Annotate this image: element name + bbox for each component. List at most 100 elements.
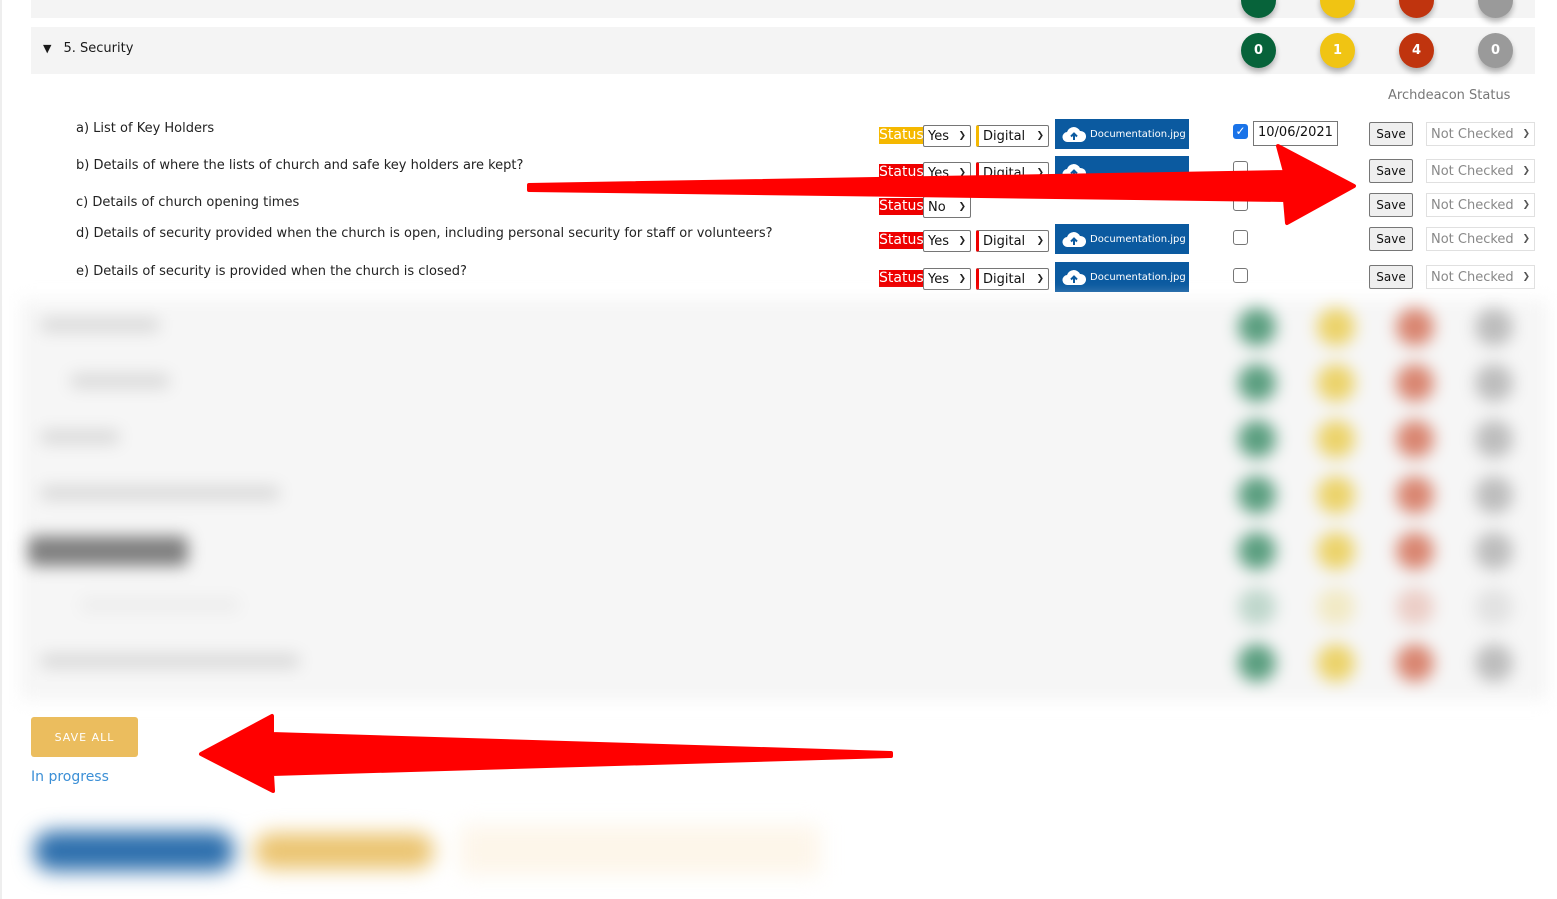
save-button[interactable]: Save	[1369, 193, 1413, 217]
format-select[interactable]: Digital ❯	[976, 230, 1049, 252]
status-label: Status	[879, 270, 926, 287]
arrow-left-annotation	[199, 714, 893, 793]
upload-document-button[interactable]: Documentation.jpg	[1055, 224, 1189, 254]
redacted-section-row	[20, 468, 1548, 524]
red-count-badge	[1399, 0, 1434, 18]
section-header-security[interactable]: ▼ 5. Security 0 1 4 0	[31, 27, 1535, 74]
redacted-button	[34, 831, 234, 871]
grey-count-badge	[1478, 0, 1513, 18]
format-value: Digital	[983, 233, 1026, 249]
checked-checkbox[interactable]	[1233, 161, 1248, 176]
answer-select[interactable]: No ❯	[923, 196, 971, 218]
chevron-down-icon: ❯	[958, 131, 966, 141]
save-button[interactable]: Save	[1369, 227, 1413, 251]
save-button[interactable]: Save	[1369, 122, 1413, 146]
archdeacon-status-header: Archdeacon Status	[1388, 88, 1511, 103]
upload-document-button[interactable]: Documentation.jpg	[1055, 119, 1189, 149]
answer-select[interactable]: Yes ❯	[923, 268, 971, 290]
answer-value: No	[928, 199, 946, 215]
answer-value: Yes	[928, 233, 949, 249]
upload-document-button[interactable]: Documentation.jpg	[1055, 262, 1189, 292]
checked-checkbox[interactable]	[1233, 268, 1248, 283]
redacted-section-row	[20, 636, 1548, 692]
chevron-down-icon: ❯	[1036, 236, 1044, 246]
redacted-section-row	[20, 580, 1548, 636]
caret-down-icon[interactable]: ▼	[43, 42, 51, 55]
answer-select[interactable]: Yes ❯	[923, 162, 971, 184]
chevron-down-icon: ❯	[958, 202, 966, 212]
checked-checkbox[interactable]	[1233, 196, 1248, 211]
chevron-down-icon: ❯	[1036, 274, 1044, 284]
section-title: ▼ 5. Security	[43, 41, 133, 56]
cloud-upload-icon	[1062, 164, 1086, 180]
answer-select[interactable]: Yes ❯	[923, 230, 971, 252]
green-count-badge	[1241, 0, 1276, 18]
cloud-upload-icon	[1062, 232, 1086, 248]
chevron-down-icon: ❯	[958, 168, 966, 178]
redacted-text	[460, 825, 820, 875]
archdeacon-status-select[interactable]: Not Checked ❯	[1426, 122, 1535, 146]
redacted-sections	[20, 300, 1548, 700]
section-title-text: 5. Security	[63, 41, 134, 56]
document-filename: Documentation.jpg	[1090, 271, 1186, 283]
status-label: Status	[879, 127, 926, 144]
redacted-section-row	[20, 300, 1548, 356]
format-value: Digital	[983, 165, 1026, 181]
status-label: Status	[879, 232, 926, 249]
answer-select[interactable]: Yes ❯	[923, 125, 971, 147]
chevron-down-icon: ❯	[1036, 168, 1044, 178]
grey-count-badge: 0	[1478, 33, 1513, 68]
chevron-down-icon: ❯	[1036, 131, 1044, 141]
save-button[interactable]: Save	[1369, 159, 1413, 183]
status-label: Status	[879, 164, 926, 181]
chevron-down-icon: ❯	[1522, 272, 1530, 282]
format-select[interactable]: Digital ❯	[976, 162, 1049, 184]
answer-value: Yes	[928, 165, 949, 181]
question-b-text: b) Details of where the lists of church …	[76, 158, 524, 173]
redacted-section-row	[20, 356, 1548, 412]
archdeacon-status-select[interactable]: Not Checked ❯	[1426, 265, 1535, 289]
chevron-down-icon: ❯	[1522, 166, 1530, 176]
document-filename: Documentation.jpg	[1090, 128, 1186, 140]
previous-section-header[interactable]	[31, 0, 1535, 18]
save-button[interactable]: Save	[1369, 265, 1413, 289]
format-value: Digital	[983, 271, 1026, 287]
archdeacon-status-value: Not Checked	[1431, 163, 1514, 179]
question-c-text: c) Details of church opening times	[76, 195, 300, 210]
archdeacon-status-select[interactable]: Not Checked ❯	[1426, 159, 1535, 183]
question-a-text: a) List of Key Holders	[76, 121, 215, 136]
format-select[interactable]: Digital ❯	[976, 268, 1049, 290]
checkmark-icon: ✓	[1235, 124, 1246, 138]
archdeacon-status-select[interactable]: Not Checked ❯	[1426, 193, 1535, 217]
save-all-button[interactable]: SAVE ALL	[31, 717, 138, 757]
upload-document-button[interactable]	[1055, 156, 1189, 186]
redacted-section-row	[20, 412, 1548, 468]
red-count-badge: 4	[1399, 33, 1434, 68]
yellow-count-badge: 1	[1320, 33, 1355, 68]
archdeacon-status-value: Not Checked	[1431, 231, 1514, 247]
answer-value: Yes	[928, 128, 949, 144]
yellow-count-badge	[1320, 0, 1355, 18]
archdeacon-status-value: Not Checked	[1431, 197, 1514, 213]
answer-value: Yes	[928, 271, 949, 287]
question-e-text: e) Details of security is provided when …	[76, 264, 467, 279]
checked-date-input[interactable]: 10/06/2021	[1253, 121, 1338, 146]
chevron-down-icon: ❯	[958, 274, 966, 284]
chevron-down-icon: ❯	[1522, 234, 1530, 244]
archdeacon-status-value: Not Checked	[1431, 269, 1514, 285]
chevron-down-icon: ❯	[1522, 129, 1530, 139]
redacted-button	[254, 833, 434, 869]
chevron-down-icon: ❯	[1522, 200, 1530, 210]
format-select[interactable]: Digital ❯	[976, 125, 1049, 147]
format-value: Digital	[983, 128, 1026, 144]
archdeacon-status-select[interactable]: Not Checked ❯	[1426, 227, 1535, 251]
redacted-section-row	[20, 524, 1548, 580]
checked-checkbox[interactable]: ✓	[1233, 124, 1248, 139]
status-label: Status	[879, 198, 926, 215]
document-filename: Documentation.jpg	[1090, 233, 1186, 245]
progress-status-text: In progress	[31, 769, 109, 785]
question-d-text: d) Details of security provided when the…	[76, 226, 773, 241]
cloud-upload-icon	[1062, 270, 1086, 286]
green-count-badge: 0	[1241, 33, 1276, 68]
checked-checkbox[interactable]	[1233, 230, 1248, 245]
